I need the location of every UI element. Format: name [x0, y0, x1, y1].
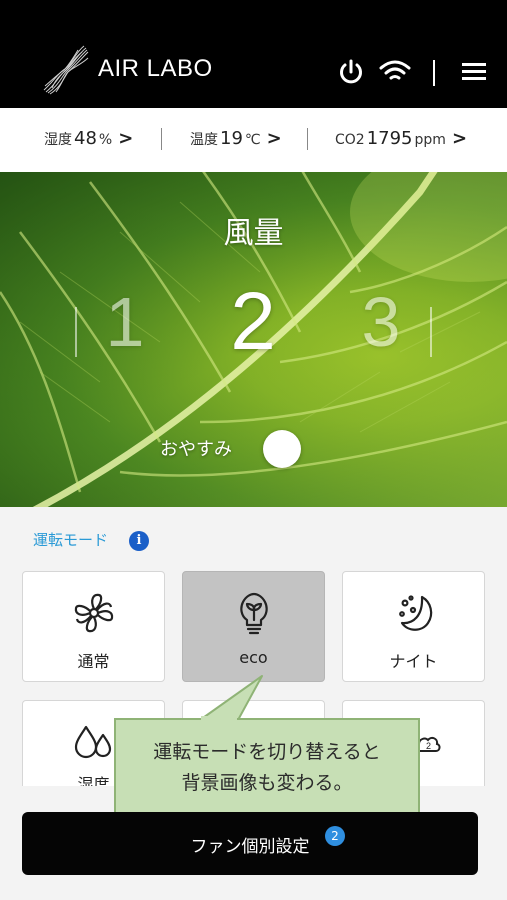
- mode-card-label: 通常: [77, 652, 110, 671]
- humidity-unit: %: [98, 132, 113, 148]
- sleep-mode-toggle[interactable]: [263, 430, 301, 468]
- temperature-value: 19: [220, 128, 243, 149]
- info-icon[interactable]: i: [129, 531, 149, 551]
- fan-speed-panel: 風量 1 2 3 おやすみ: [0, 172, 507, 507]
- mode-card-normal[interactable]: 通常: [22, 571, 165, 682]
- mode-card-night[interactable]: ナイト: [342, 571, 485, 682]
- app-screen: AIR LABO 湿度 48 % > 温度 19 ℃ > CO2 1795 pp…: [0, 0, 507, 900]
- brand-name: AIR LABO: [98, 55, 213, 82]
- chevron-right-icon: >: [118, 128, 134, 149]
- humidity-value: 48: [74, 128, 97, 149]
- moon-stars-icon: [398, 595, 432, 631]
- callout-line-2: 背景画像も変わる。: [181, 772, 353, 794]
- wifi-icon[interactable]: [378, 57, 412, 87]
- fan-individual-settings-button[interactable]: ファン個別設定: [22, 812, 478, 875]
- fan-icon: [74, 593, 113, 633]
- sleep-mode-label: おやすみ: [160, 439, 232, 460]
- temperature-reading[interactable]: 温度 19 ℃ >: [190, 128, 282, 154]
- co2-value: 1795: [366, 128, 413, 149]
- power-icon[interactable]: [336, 57, 366, 87]
- speed-scale-tick: [430, 307, 432, 357]
- mode-card-eco-active[interactable]: eco: [182, 571, 325, 682]
- fan-speed-title: 風量: [223, 216, 284, 251]
- speed-option-1[interactable]: 1: [100, 282, 150, 362]
- mode-card-label: ナイト: [389, 652, 438, 671]
- chevron-right-icon: >: [266, 128, 282, 149]
- speed-option-3[interactable]: 3: [356, 282, 406, 362]
- annotation-callout: 運転モードを切り替えると 背景画像も変わる。: [114, 718, 420, 817]
- callout-line-1: 運転モードを切り替えると: [153, 741, 381, 763]
- fan-settings-label: ファン個別設定: [190, 837, 310, 857]
- status-divider: [161, 128, 162, 150]
- fan-count-badge: 2: [325, 826, 345, 846]
- co2-unit: ppm: [414, 132, 446, 148]
- co2-label: CO2: [335, 132, 365, 148]
- callout-text: 運転モードを切り替えると 背景画像も変わる。: [116, 737, 418, 799]
- speed-scale-tick: [75, 307, 77, 357]
- menu-icon[interactable]: [460, 57, 488, 87]
- lightbulb-sprout-icon: [239, 592, 268, 635]
- sensor-status-bar: 湿度 48 % > 温度 19 ℃ > CO2 1795 ppm >: [0, 108, 507, 172]
- operation-mode-title: 運転モード: [33, 531, 109, 549]
- water-drops-icon: [74, 725, 112, 759]
- header-bar: AIR LABO: [0, 0, 507, 108]
- speed-option-2-selected[interactable]: 2: [218, 281, 288, 363]
- mode-card-label: eco: [239, 648, 268, 667]
- humidity-label: 湿度: [44, 132, 72, 148]
- svg-text:2: 2: [426, 741, 431, 751]
- humidity-reading[interactable]: 湿度 48 % >: [44, 128, 133, 154]
- temperature-label: 温度: [190, 132, 218, 148]
- chevron-right-icon: >: [451, 128, 468, 149]
- temperature-unit: ℃: [244, 132, 261, 148]
- co2-reading[interactable]: CO2 1795 ppm >: [335, 128, 467, 154]
- status-divider: [307, 128, 308, 150]
- header-divider: [433, 60, 435, 86]
- logo-icon: [43, 45, 89, 95]
